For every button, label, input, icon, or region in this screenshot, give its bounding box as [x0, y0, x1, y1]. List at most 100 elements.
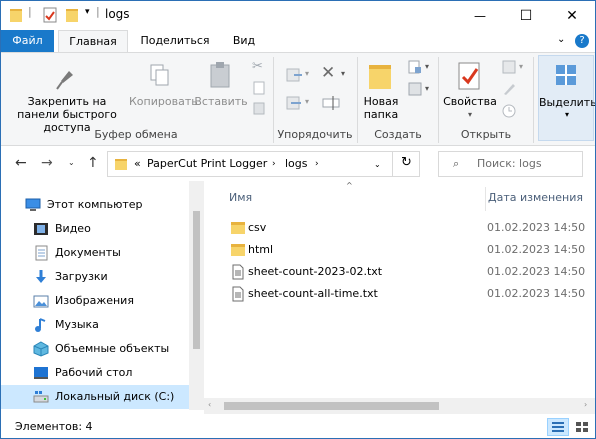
- search-box[interactable]: ⌕ Поиск: logs: [438, 151, 583, 177]
- folder-icon: [231, 222, 245, 234]
- properties-dropdown-icon[interactable]: ▾: [468, 110, 472, 119]
- new-folder-button[interactable]: Новая папка: [359, 95, 403, 121]
- breadcrumb-overflow[interactable]: «: [134, 157, 141, 170]
- delete-icon[interactable]: ✕: [321, 63, 335, 83]
- history-icon[interactable]: [501, 103, 517, 119]
- new-folder-icon[interactable]: [65, 6, 79, 24]
- copy-icon: [150, 64, 169, 86]
- close-button[interactable]: ✕: [549, 1, 595, 30]
- tree-item-music[interactable]: Музыка: [1, 313, 189, 337]
- properties-icon[interactable]: [42, 6, 58, 24]
- tree-item-video[interactable]: Видео: [1, 217, 189, 241]
- move-to-icon[interactable]: [285, 65, 305, 85]
- tab-file[interactable]: Файл: [1, 30, 54, 52]
- back-button[interactable]: ←: [15, 155, 27, 171]
- breadcrumb-chevron-icon[interactable]: ›: [272, 159, 276, 169]
- refresh-icon[interactable]: ↻: [401, 155, 412, 170]
- select-button[interactable]: Выделить ▾: [538, 55, 596, 141]
- maximize-button[interactable]: ☐: [503, 1, 549, 30]
- tree-item-label: Видео: [55, 222, 91, 235]
- paste-icon: [210, 62, 230, 88]
- scroll-left-icon[interactable]: ‹: [208, 400, 211, 409]
- details-view-button[interactable]: [547, 418, 569, 436]
- recent-locations-icon[interactable]: ⌄: [68, 158, 75, 167]
- paste-shortcut-icon[interactable]: [252, 101, 266, 115]
- up-button[interactable]: ↑: [87, 155, 99, 171]
- tab-view[interactable]: Вид: [224, 30, 264, 52]
- tab-home[interactable]: Главная: [58, 30, 128, 53]
- horizontal-scrollbar-thumb[interactable]: [224, 402, 439, 410]
- open-dropdown-icon[interactable]: ▾: [519, 62, 523, 71]
- tree-item-pictures[interactable]: Изображения: [1, 289, 189, 313]
- tree-item-local-disk[interactable]: Локальный диск (C:): [1, 385, 189, 409]
- qat-divider: |: [96, 5, 100, 18]
- minimize-button[interactable]: —: [457, 1, 503, 30]
- easy-access-icon[interactable]: [407, 81, 423, 97]
- file-list: ^ Имя Дата изменения csv 01.02.2023 14:5…: [204, 181, 595, 414]
- rename-icon[interactable]: [321, 93, 341, 113]
- drive-icon: [33, 391, 49, 403]
- text-file-icon: [232, 286, 244, 302]
- file-modified: 01.02.2023 14:50: [487, 287, 586, 300]
- scroll-right-icon[interactable]: ›: [584, 400, 587, 409]
- tree-item-documents[interactable]: Документы: [1, 241, 189, 265]
- details-view-icon: [552, 422, 564, 432]
- documents-icon: [35, 245, 48, 261]
- open-icon[interactable]: [501, 59, 517, 75]
- folder-icon: [10, 9, 22, 22]
- address-dropdown-icon[interactable]: ⌄: [374, 160, 381, 169]
- column-header-name[interactable]: Имя: [229, 191, 252, 204]
- help-icon[interactable]: ?: [575, 34, 589, 48]
- 3d-objects-icon: [33, 341, 49, 357]
- search-icon: ⌕: [453, 157, 460, 170]
- new-item-dropdown-icon[interactable]: ▾: [425, 62, 429, 71]
- status-bar: Элементов: 4: [1, 415, 595, 438]
- breadcrumb-papercut[interactable]: PaperCut Print Logger: [147, 157, 267, 170]
- qat-customize-icon[interactable]: ▾: [85, 7, 90, 17]
- column-header-modified[interactable]: Дата изменения: [488, 191, 583, 204]
- navigation-bar: ← → ⌄ ↑ « PaperCut Print Logger › logs ›…: [1, 147, 595, 181]
- cut-icon[interactable]: ✂: [252, 59, 263, 74]
- new-item-icon[interactable]: [407, 59, 423, 75]
- file-row[interactable]: html 01.02.2023 14:50: [220, 239, 592, 261]
- file-row[interactable]: csv 01.02.2023 14:50: [220, 217, 592, 239]
- nav-scrollbar-thumb[interactable]: [193, 211, 200, 349]
- computer-icon: [25, 198, 41, 211]
- move-to-dropdown-icon[interactable]: ▾: [305, 69, 309, 78]
- video-icon: [34, 223, 48, 235]
- file-row[interactable]: sheet-count-all-time.txt 01.02.2023 14:5…: [220, 283, 592, 305]
- file-name: html: [248, 243, 274, 256]
- tab-share[interactable]: Поделиться: [136, 30, 214, 52]
- copy-to-dropdown-icon[interactable]: ▾: [305, 97, 309, 106]
- properties-button[interactable]: Свойства: [441, 95, 499, 108]
- tree-item-downloads[interactable]: Загрузки: [1, 265, 189, 289]
- tree-item-desktop[interactable]: Рабочий стол: [1, 361, 189, 385]
- select-icon: [556, 65, 576, 85]
- explorer-window: | ▾ | logs — ☐ ✕ Файл Главная Поделиться…: [0, 0, 596, 439]
- copy-button[interactable]: Копировать: [129, 95, 198, 108]
- nav-scrollbar[interactable]: [189, 181, 204, 410]
- copy-path-icon[interactable]: [252, 81, 266, 95]
- large-icons-view-button[interactable]: [571, 418, 593, 436]
- tree-item-this-pc[interactable]: Этот компьютер: [1, 193, 189, 217]
- expand-ribbon-icon[interactable]: ⌄: [557, 34, 565, 45]
- select-label: Выделить: [539, 96, 596, 109]
- address-bar[interactable]: « PaperCut Print Logger › logs › ⌄ ↻: [107, 151, 420, 177]
- breadcrumb-logs[interactable]: logs: [285, 157, 308, 170]
- paste-button[interactable]: Вставить: [194, 95, 248, 108]
- tree-item-label: Музыка: [55, 318, 99, 331]
- delete-dropdown-icon[interactable]: ▾: [341, 69, 345, 78]
- file-modified: 01.02.2023 14:50: [487, 221, 586, 234]
- ribbon-tabs: Файл Главная Поделиться Вид ⌄ ?: [1, 30, 595, 53]
- easy-access-dropdown-icon[interactable]: ▾: [425, 84, 429, 93]
- breadcrumb-chevron-icon[interactable]: ›: [315, 159, 319, 169]
- tree-item-3d-objects[interactable]: Объемные объекты: [1, 337, 189, 361]
- properties-icon: [458, 62, 480, 90]
- column-divider[interactable]: [485, 187, 486, 211]
- new-folder-label: Новая папка: [363, 95, 399, 121]
- horizontal-scrollbar[interactable]: ‹ ›: [204, 398, 595, 414]
- file-row[interactable]: sheet-count-2023-02.txt 01.02.2023 14:50: [220, 261, 592, 283]
- copy-to-icon[interactable]: [285, 93, 305, 113]
- forward-button[interactable]: →: [41, 155, 53, 171]
- edit-icon[interactable]: [501, 81, 517, 97]
